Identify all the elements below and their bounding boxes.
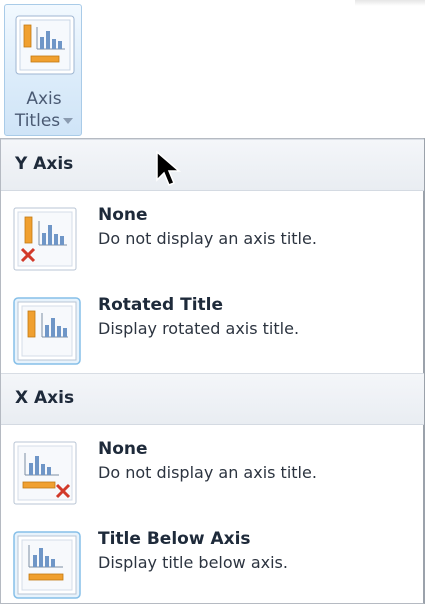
- menu-item-description: Display rotated axis title.: [98, 319, 300, 338]
- menu-item-title: Rotated Title: [98, 295, 224, 315]
- section-header-x-axis: X Axis: [1, 373, 424, 425]
- menu-item-title: Title Below Axis: [98, 529, 251, 549]
- menu-item-title: None: [98, 439, 148, 459]
- menu-item-description: Do not display an axis title.: [98, 229, 317, 248]
- axis-titles-label-line1: Axis: [26, 89, 62, 109]
- menu-item-x-axis-none[interactable]: None Do not display an axis title.: [1, 425, 424, 515]
- axis-titles-label-text: Titles: [14, 111, 61, 131]
- menu-item-description: Do not display an axis title.: [98, 463, 317, 482]
- menu-item-x-axis-title-below[interactable]: Title Below Axis Display title below axi…: [1, 515, 424, 605]
- menu-item-title: None: [98, 205, 148, 225]
- mouse-cursor-icon: [156, 150, 182, 186]
- section-header-y-axis: Y Axis: [1, 139, 424, 191]
- axis-titles-button[interactable]: Axis Titles: [4, 4, 82, 136]
- ribbon-edge: [355, 0, 425, 6]
- chevron-down-icon[interactable]: [63, 118, 74, 124]
- section-header-label: Y Axis: [15, 154, 74, 174]
- section-header-label: X Axis: [15, 388, 75, 408]
- axis-titles-icon: [15, 15, 75, 75]
- y-axis-rotated-title-icon: [13, 297, 81, 365]
- axis-titles-menu: Y Axis None Do not display an axis title…: [0, 138, 425, 604]
- x-axis-none-icon: [13, 441, 77, 505]
- axis-titles-label-line2: Titles: [5, 111, 83, 131]
- axis-titles-dropdown-screen: Axis Titles Y Axis None Do not display a…: [0, 0, 427, 605]
- menu-item-y-axis-none[interactable]: None Do not display an axis title.: [1, 191, 424, 281]
- x-axis-title-below-icon: [13, 531, 81, 599]
- menu-item-y-axis-rotated-title[interactable]: Rotated Title Display rotated axis title…: [1, 281, 424, 371]
- menu-item-description: Display title below axis.: [98, 553, 288, 572]
- y-axis-none-icon: [13, 207, 77, 271]
